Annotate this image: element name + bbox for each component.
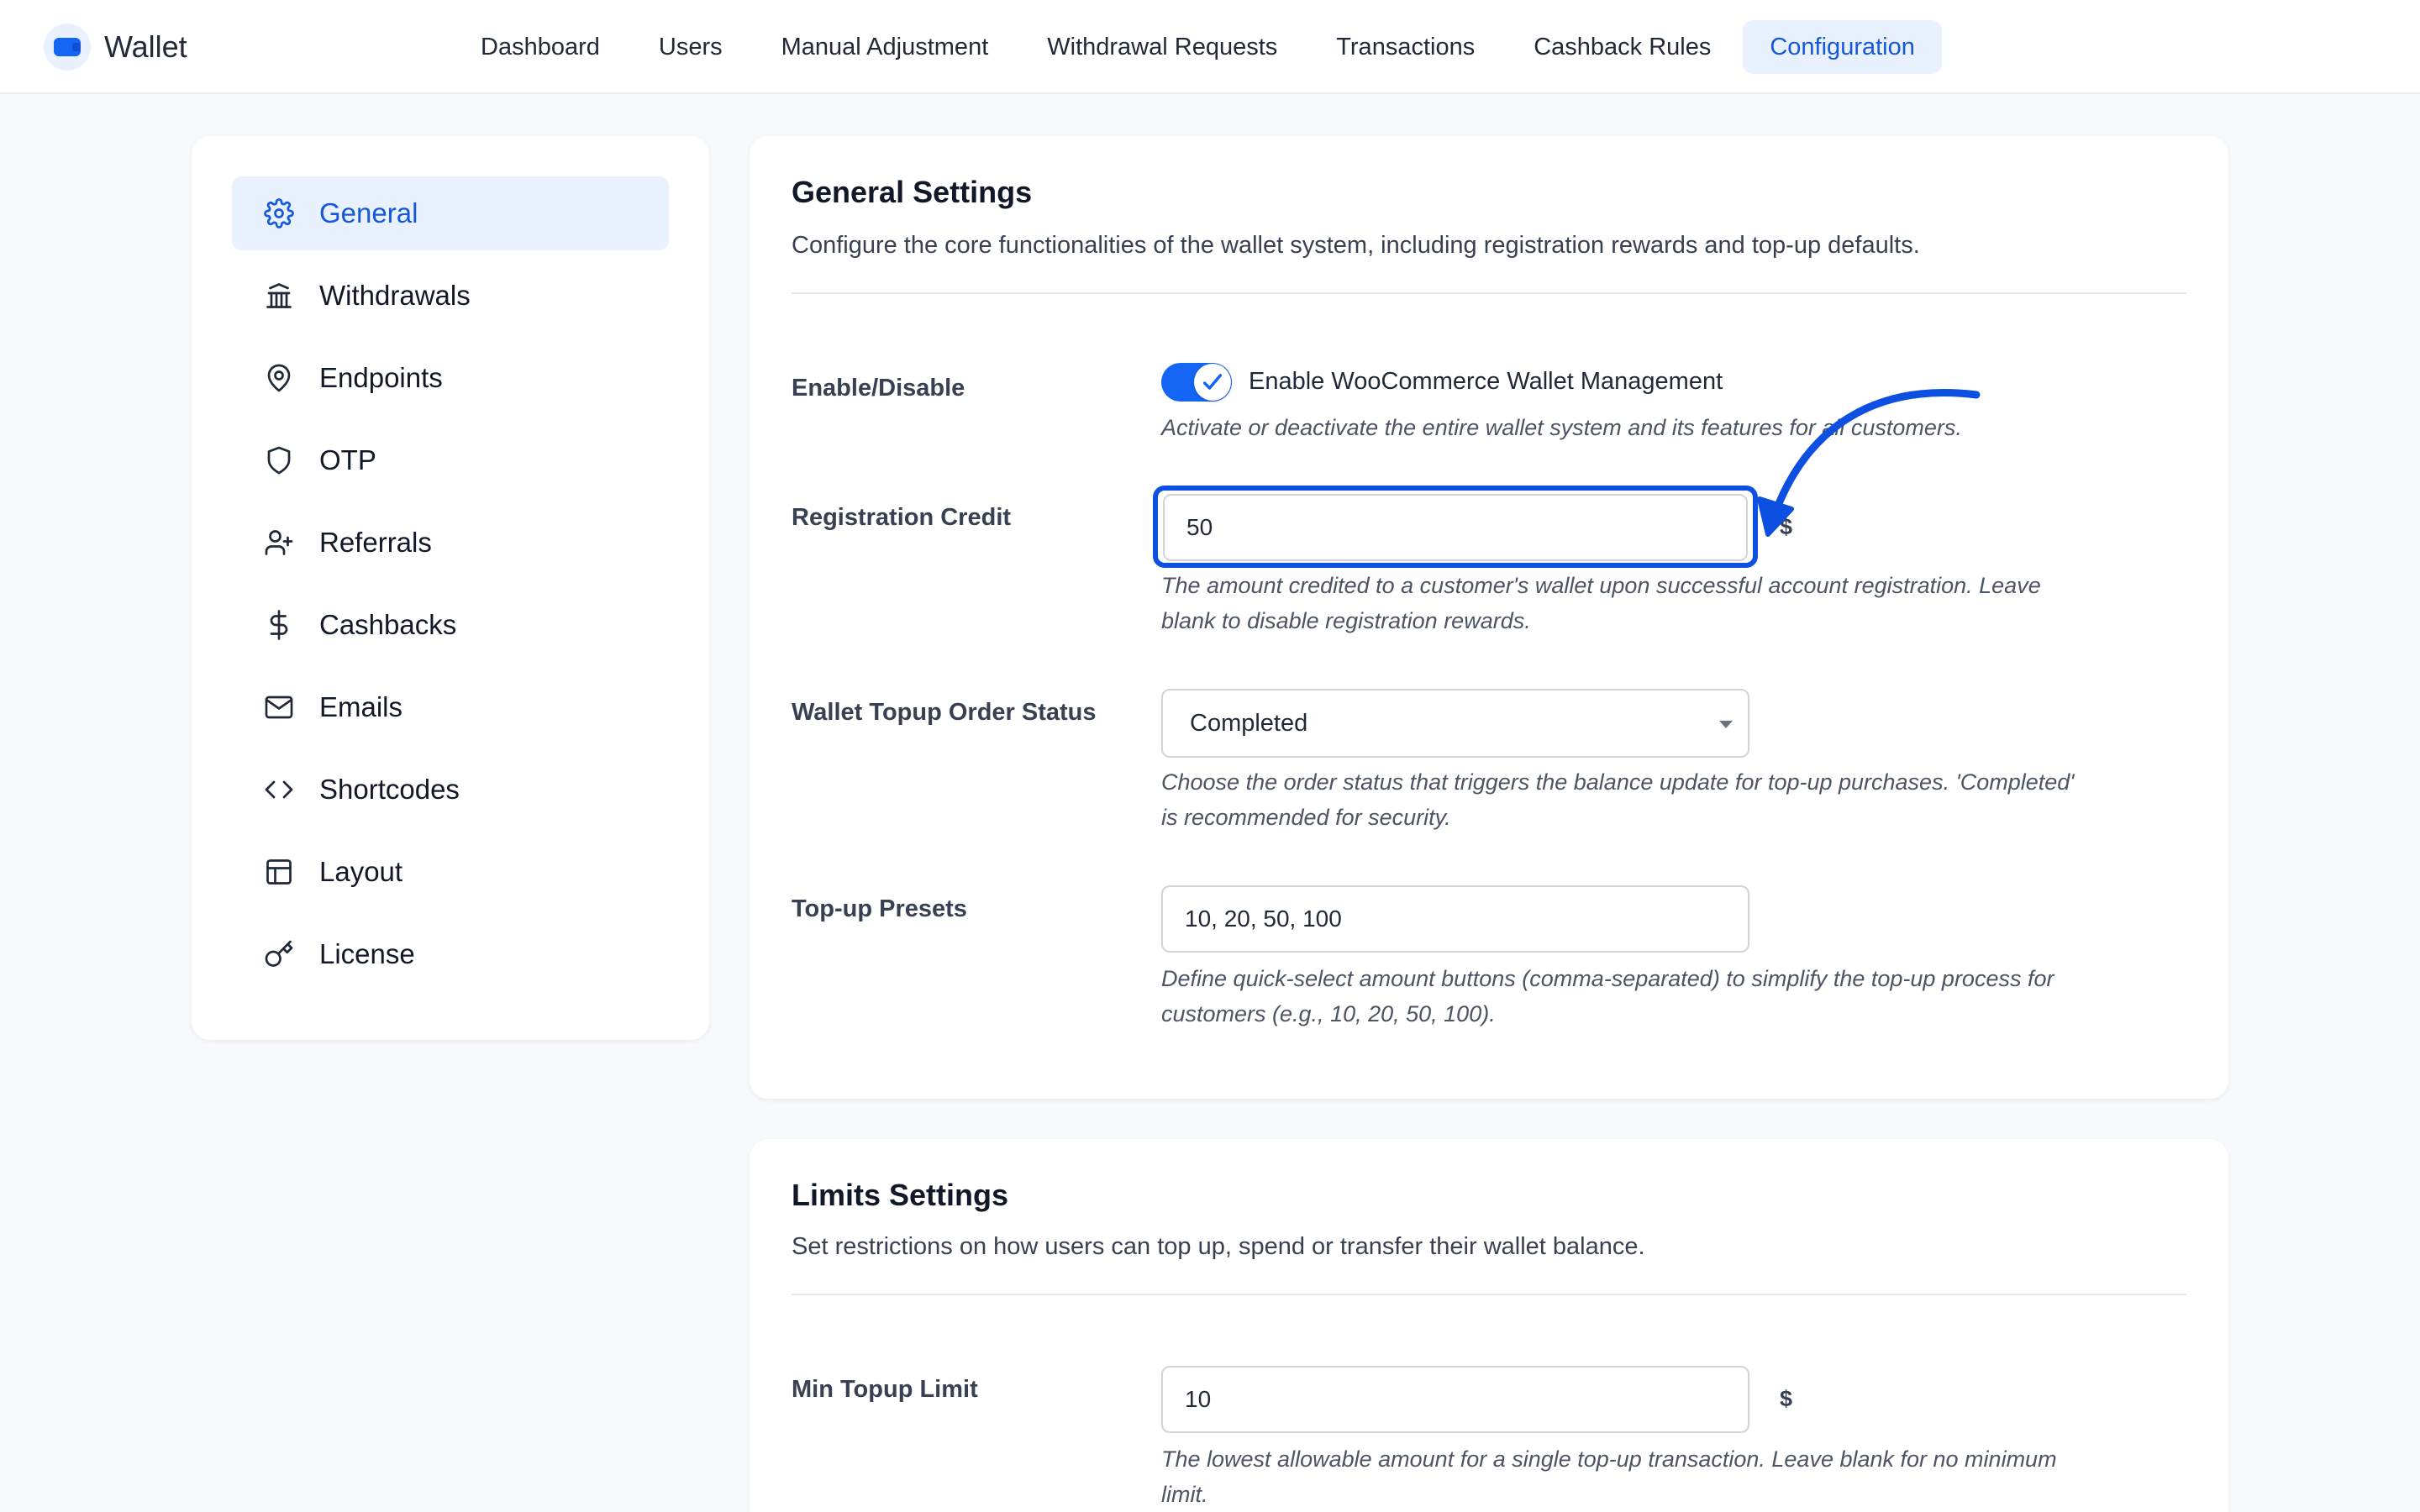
nav-transactions[interactable]: Transactions xyxy=(1309,20,1502,74)
limits-settings-description: Set restrictions on how users can top up… xyxy=(792,1233,1645,1260)
nav-users[interactable]: Users xyxy=(632,20,750,74)
general-settings-card: General Settings Configure the core func… xyxy=(750,136,2228,1099)
help-line: blank to disable registration rewards. xyxy=(1161,608,1531,633)
sidebar-item-label: Withdrawals xyxy=(319,280,471,311)
sidebar-item-label: General xyxy=(319,197,418,228)
sidebar-item-cashbacks[interactable]: Cashbacks xyxy=(232,588,669,662)
nav-withdrawal-requests[interactable]: Withdrawal Requests xyxy=(1020,20,1304,74)
topup-presets-help: Define quick-select amount buttons (comm… xyxy=(1161,961,2170,1032)
sidebar-item-otp[interactable]: OTP xyxy=(232,423,669,497)
sidebar-item-label: Shortcodes xyxy=(319,774,460,805)
topup-presets-input[interactable] xyxy=(1161,885,1749,953)
sidebar-item-label: Layout xyxy=(319,856,403,887)
min-topup-label: Min Topup Limit xyxy=(792,1376,978,1403)
sidebar-item-general[interactable]: General xyxy=(232,176,669,250)
shield-icon xyxy=(267,446,291,475)
sidebar-item-withdrawals[interactable]: Withdrawals xyxy=(232,259,669,333)
sidebar-item-layout[interactable]: Layout xyxy=(232,835,669,909)
sidebar-item-license[interactable]: License xyxy=(232,917,669,991)
help-line: Define quick-select amount buttons (comm… xyxy=(1161,966,2054,991)
top-navigation-bar: Wallet Dashboard Users Manual Adjustment… xyxy=(0,0,2420,94)
registration-credit-help: The amount credited to a customer's wall… xyxy=(1161,568,2170,638)
sidebar-item-label: Endpoints xyxy=(319,362,443,393)
topup-status-help: Choose the order status that triggers th… xyxy=(1161,764,2170,835)
min-topup-help: The lowest allowable amount for a single… xyxy=(1161,1441,2170,1512)
map-pin-icon xyxy=(267,364,291,392)
settings-sidebar: General Withdrawals Endpoints OTP Referr… xyxy=(192,136,709,1040)
registration-credit-input[interactable] xyxy=(1163,494,1748,561)
nav-cashback-rules[interactable]: Cashback Rules xyxy=(1507,20,1738,74)
sidebar-item-referrals[interactable]: Referrals xyxy=(232,506,669,580)
help-line: customers (e.g., 10, 20, 50, 100). xyxy=(1161,1001,1496,1026)
sidebar-item-label: Referrals xyxy=(319,527,432,558)
topup-status-selected: Completed xyxy=(1190,710,1308,737)
layout-icon xyxy=(266,859,292,885)
limits-settings-card: Limits Settings Set restrictions on how … xyxy=(750,1139,2228,1512)
main-nav: Dashboard Users Manual Adjustment Withdr… xyxy=(454,20,1942,74)
topup-presets-label: Top-up Presets xyxy=(792,895,967,922)
general-settings-description: Configure the core functionalities of th… xyxy=(792,232,1920,259)
help-line: The amount credited to a customer's wall… xyxy=(1161,573,2041,598)
help-line: The lowest allowable amount for a single… xyxy=(1161,1446,2057,1472)
dollar-icon xyxy=(270,610,288,640)
min-topup-currency: $ xyxy=(1780,1386,1793,1411)
gear-icon xyxy=(264,198,294,228)
limits-settings-title: Limits Settings xyxy=(792,1178,1009,1212)
nav-configuration[interactable]: Configuration xyxy=(1743,20,1942,74)
key-icon xyxy=(265,940,293,967)
enable-disable-help: Activate or deactivate the entire wallet… xyxy=(1161,415,1962,440)
sidebar-item-endpoints[interactable]: Endpoints xyxy=(232,341,669,415)
sidebar-item-shortcodes[interactable]: Shortcodes xyxy=(232,753,669,827)
help-line: limit. xyxy=(1161,1482,1208,1507)
enable-disable-label: Enable/Disable xyxy=(792,375,965,402)
sidebar-item-emails[interactable]: Emails xyxy=(232,670,669,744)
app-title: Wallet xyxy=(104,29,187,64)
code-icon xyxy=(265,780,293,799)
sidebar-item-label: Cashbacks xyxy=(319,609,457,640)
help-line: Choose the order status that triggers th… xyxy=(1161,769,2075,795)
divider xyxy=(792,292,2186,294)
chevron-down-icon xyxy=(1719,721,1733,728)
min-topup-input[interactable] xyxy=(1161,1366,1749,1433)
sidebar-item-label: OTP xyxy=(319,444,376,475)
help-line: is recommended for security. xyxy=(1161,805,1451,830)
topup-status-label: Wallet Topup Order Status xyxy=(792,699,1097,726)
registration-credit-currency: $ xyxy=(1780,514,1793,539)
mail-icon xyxy=(265,696,293,719)
divider xyxy=(792,1294,2186,1295)
sidebar-item-label: License xyxy=(319,938,415,969)
registration-credit-label: Registration Credit xyxy=(792,504,1012,531)
nav-manual-adjustment[interactable]: Manual Adjustment xyxy=(755,20,1016,74)
bank-icon xyxy=(266,283,292,308)
general-settings-title: General Settings xyxy=(792,175,1033,209)
check-icon xyxy=(1202,374,1223,390)
user-plus-icon xyxy=(265,530,293,555)
sidebar-item-label: Emails xyxy=(319,691,403,722)
enable-wallet-toggle[interactable] xyxy=(1161,363,1232,402)
wallet-logo-icon xyxy=(44,24,91,71)
enable-wallet-toggle-label: Enable WooCommerce Wallet Management xyxy=(1249,368,1723,395)
nav-dashboard[interactable]: Dashboard xyxy=(454,20,627,74)
topup-status-select[interactable]: Completed xyxy=(1161,689,1749,758)
